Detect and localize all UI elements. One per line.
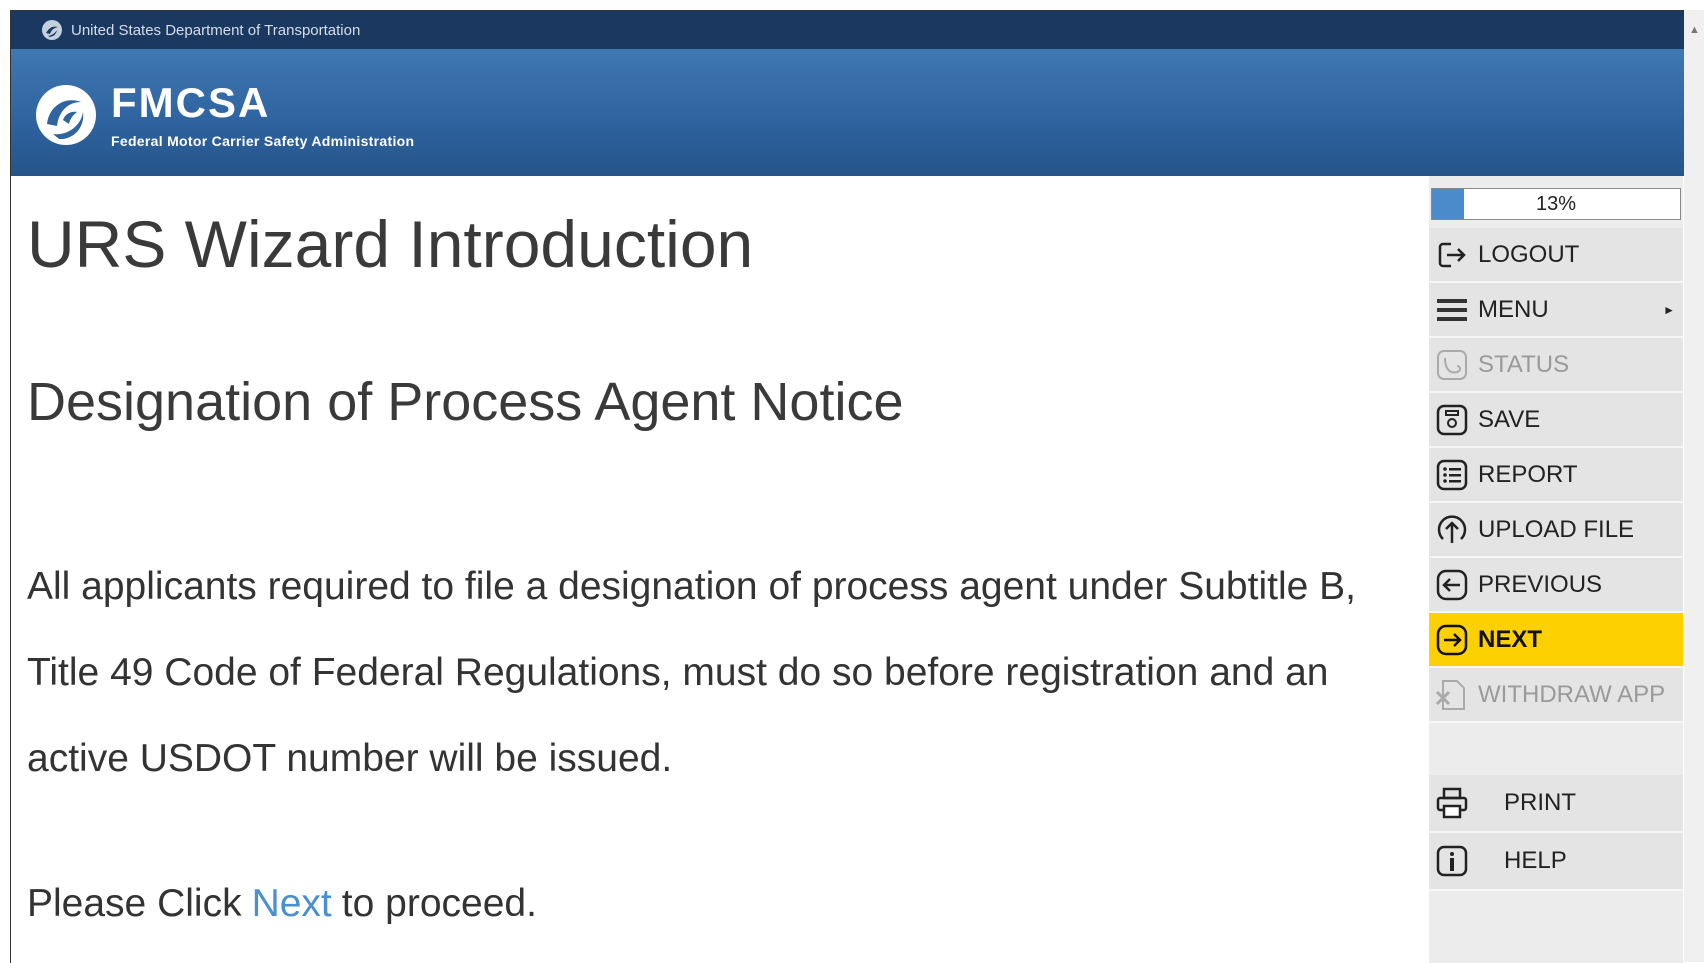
status-button[interactable]: STATUS: [1429, 338, 1683, 393]
report-label: REPORT: [1478, 460, 1578, 488]
upload-file-label: UPLOAD FILE: [1478, 515, 1635, 543]
main-content: URS Wizard Introduction Designation of P…: [11, 176, 1429, 963]
submenu-arrow-icon: ►: [1663, 302, 1675, 317]
withdraw-app-button[interactable]: WITHDRAW APP: [1429, 668, 1683, 723]
site-header: FMCSA Federal Motor Carrier Safety Admin…: [11, 49, 1685, 176]
menu-button[interactable]: MENU ►: [1429, 283, 1683, 338]
proceed-text-before: Please Click: [27, 882, 242, 925]
previous-label: PREVIOUS: [1478, 570, 1603, 598]
info-icon: [1436, 845, 1468, 877]
upload-icon: [1437, 514, 1467, 543]
vertical-scrollbar[interactable]: ▲: [1684, 10, 1704, 962]
print-label: PRINT: [1504, 789, 1576, 816]
help-button[interactable]: HELP: [1429, 833, 1683, 891]
save-label: SAVE: [1478, 405, 1541, 433]
help-label: HELP: [1504, 847, 1567, 874]
status-icon: [1437, 349, 1467, 380]
next-link[interactable]: Next: [252, 882, 332, 926]
status-label: STATUS: [1478, 350, 1570, 378]
section-title: Designation of Process Agent Notice: [27, 372, 904, 432]
scroll-up-arrow-icon[interactable]: ▲: [1689, 24, 1700, 36]
dot-logo-icon: [42, 20, 62, 40]
report-button[interactable]: REPORT: [1429, 448, 1683, 503]
logout-label: LOGOUT: [1478, 240, 1580, 268]
withdraw-icon: [1435, 679, 1465, 710]
notice-text: All applicants required to file a design…: [27, 565, 1356, 780]
save-button[interactable]: SAVE: [1429, 393, 1683, 448]
next-label: NEXT: [1478, 625, 1543, 653]
next-button[interactable]: NEXT: [1429, 613, 1683, 668]
progress-bar: 13%: [1431, 188, 1681, 220]
previous-icon: [1436, 569, 1468, 600]
report-icon: [1436, 459, 1468, 490]
app-frame: United States Department of Transportati…: [10, 10, 1685, 963]
header-subtitle: Federal Motor Carrier Safety Administrat…: [111, 133, 415, 149]
logout-button[interactable]: LOGOUT: [1429, 228, 1683, 283]
menu-label: MENU: [1478, 295, 1549, 323]
progress-label: 13%: [1535, 193, 1577, 215]
page-title: URS Wizard Introduction: [27, 207, 754, 281]
upload-file-button[interactable]: UPLOAD FILE: [1429, 503, 1683, 558]
print-button[interactable]: PRINT: [1429, 775, 1683, 833]
logout-icon: [1438, 242, 1466, 267]
save-icon: [1436, 404, 1468, 435]
fmcsa-logo-icon: [36, 85, 96, 145]
proceed-text-after: to proceed.: [341, 882, 537, 925]
header-title: FMCSA: [111, 79, 271, 126]
previous-button[interactable]: PREVIOUS: [1429, 558, 1683, 613]
wizard-sidebar: 13% LOGOUT MENU ► STATUS SAVE REPORT UPL…: [1429, 176, 1683, 963]
dot-bar-text: United States Department of Transportati…: [71, 21, 361, 39]
menu-icon: [1437, 298, 1467, 321]
print-icon: [1436, 787, 1468, 819]
dot-bar: United States Department of Transportati…: [11, 11, 1685, 49]
proceed-instruction: Please Click Next to proceed.: [27, 882, 537, 926]
withdraw-app-label: WITHDRAW APP: [1478, 680, 1666, 708]
next-icon: [1436, 624, 1468, 655]
